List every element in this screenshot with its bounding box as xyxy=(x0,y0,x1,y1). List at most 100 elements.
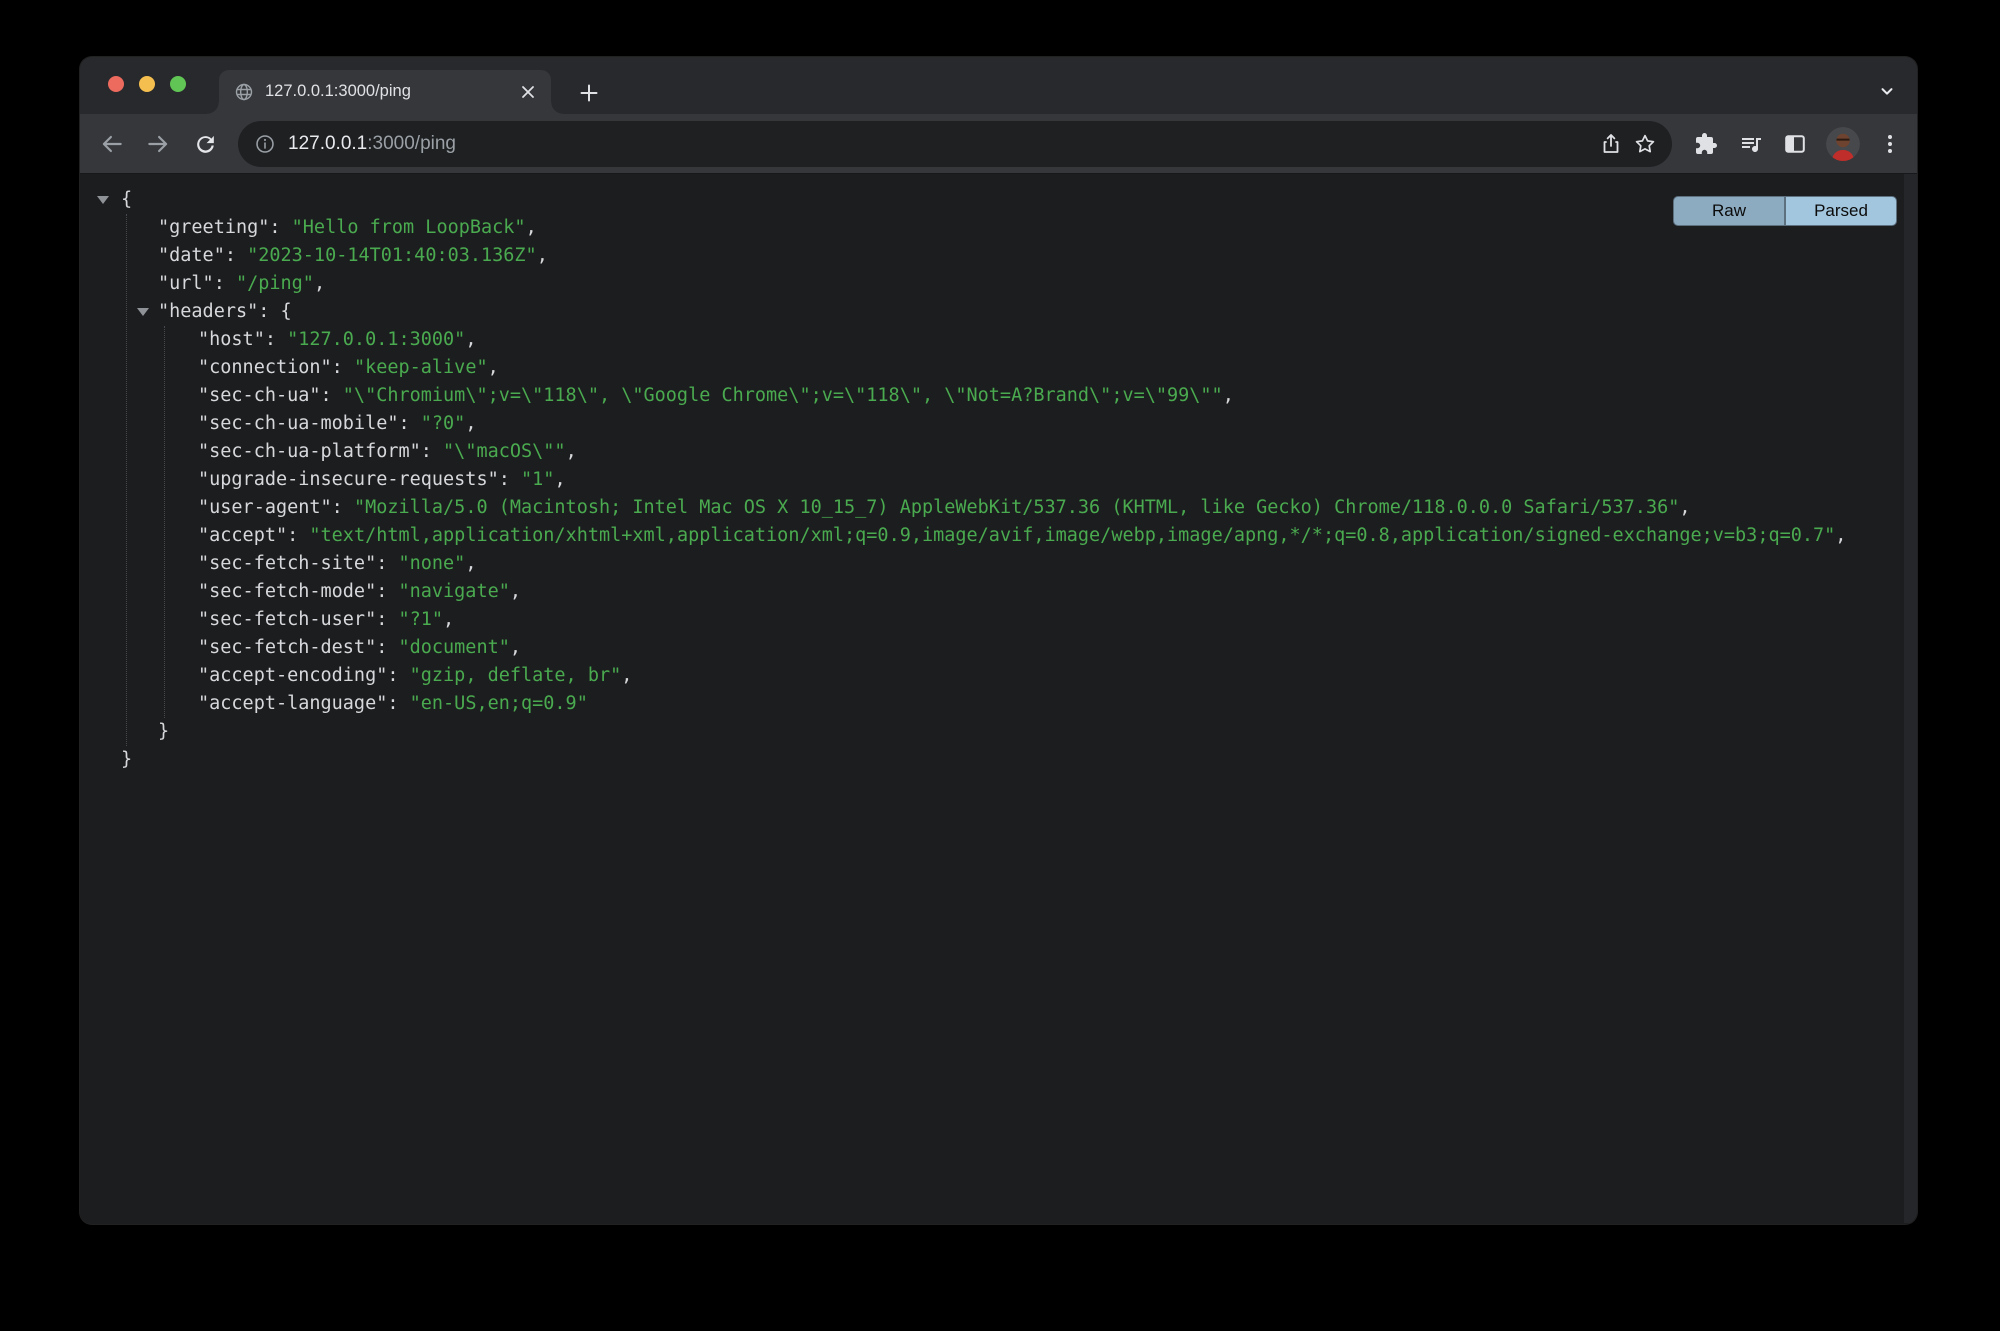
json-key: "upgrade-insecure-requests": xyxy=(198,469,521,490)
tab-title: 127.0.0.1:3000/ping xyxy=(265,82,515,101)
browser-window: 127.0.0.1:3000/ping xyxy=(80,57,1917,1224)
extensions-button[interactable] xyxy=(1688,126,1724,162)
json-line: "connection": "keep-alive", xyxy=(80,354,1903,382)
json-comma: , xyxy=(526,217,537,238)
json-string-value: "1" xyxy=(521,469,554,490)
json-key: "user-agent": xyxy=(198,497,354,518)
parsed-button[interactable]: Parsed xyxy=(1785,196,1897,226)
profile-avatar[interactable] xyxy=(1826,127,1860,161)
close-window-button[interactable] xyxy=(108,76,124,92)
json-line: "sec-fetch-site": "none", xyxy=(80,550,1903,578)
json-string-value: "text/html,application/xhtml+xml,applica… xyxy=(309,525,1835,546)
site-info-icon[interactable] xyxy=(254,133,276,155)
json-line: "host": "127.0.0.1:3000", xyxy=(80,326,1903,354)
json-comma: , xyxy=(488,357,499,378)
json-line: "sec-fetch-dest": "document", xyxy=(80,634,1903,662)
share-icon xyxy=(1599,132,1623,156)
tab[interactable]: 127.0.0.1:3000/ping xyxy=(219,70,551,114)
page-content: Raw Parsed {"greeting": "Hello from Loop… xyxy=(80,174,1917,1223)
json-string-value: "Mozilla/5.0 (Macintosh; Intel Mac OS X … xyxy=(354,497,1679,518)
bookmark-button[interactable] xyxy=(1628,127,1662,161)
zoom-window-button[interactable] xyxy=(170,76,186,92)
json-key: "accept": xyxy=(198,525,309,546)
json-line: "date": "2023-10-14T01:40:03.136Z", xyxy=(80,242,1903,270)
side-panel-button[interactable] xyxy=(1777,126,1813,162)
forward-button[interactable] xyxy=(140,126,176,162)
browser-menu-button[interactable] xyxy=(1872,126,1908,162)
tab-strip: 127.0.0.1:3000/ping xyxy=(80,57,1917,114)
json-comma: , xyxy=(1223,385,1234,406)
json-key: "sec-ch-ua-mobile": xyxy=(198,413,421,434)
json-string-value: "en-US,en;q=0.9" xyxy=(410,693,588,714)
json-string-value: "?1" xyxy=(398,609,443,630)
json-comma: , xyxy=(566,441,577,462)
json-key: "sec-fetch-dest": xyxy=(198,637,398,658)
plus-icon xyxy=(579,83,599,103)
json-string-value: "gzip, deflate, br" xyxy=(410,665,622,686)
collapse-toggle-icon[interactable] xyxy=(137,308,149,316)
raw-button[interactable]: Raw xyxy=(1673,196,1785,226)
new-tab-button[interactable] xyxy=(575,79,603,107)
json-key: "connection": xyxy=(198,357,354,378)
extensions-puzzle-icon xyxy=(1694,132,1718,156)
json-key: "host": xyxy=(198,329,287,350)
json-comma: , xyxy=(510,637,521,658)
json-key: "accept-language": xyxy=(198,693,410,714)
media-playlist-icon xyxy=(1739,132,1763,156)
close-icon xyxy=(521,85,535,99)
chevron-down-icon xyxy=(1878,82,1896,100)
json-line: "sec-fetch-user": "?1", xyxy=(80,606,1903,634)
json-view-toggle: Raw Parsed xyxy=(1673,196,1897,226)
json-key: "url": xyxy=(158,273,236,294)
url-path: :3000/ping xyxy=(367,133,456,154)
json-line: "accept": "text/html,application/xhtml+x… xyxy=(80,522,1903,550)
json-key: "sec-fetch-site": xyxy=(198,553,398,574)
json-line: "headers": { xyxy=(80,298,1903,326)
json-comma: , xyxy=(465,413,476,434)
forward-arrow-icon xyxy=(145,131,171,157)
scrollbar-track[interactable] xyxy=(1904,174,1917,1223)
back-button[interactable] xyxy=(94,126,130,162)
json-key: "sec-ch-ua-platform": xyxy=(198,441,443,462)
json-key: "accept-encoding": xyxy=(198,665,410,686)
reload-button[interactable] xyxy=(187,126,223,162)
search-tabs-button[interactable] xyxy=(1873,77,1901,105)
json-key: } xyxy=(121,749,132,770)
tab-close-button[interactable] xyxy=(517,81,539,103)
json-string-value: "\"macOS\"" xyxy=(443,441,566,462)
json-comma: , xyxy=(1835,525,1846,546)
toolbar: 127.0.0.1:3000/ping xyxy=(80,114,1917,174)
json-string-value: "127.0.0.1:3000" xyxy=(287,329,465,350)
json-string-value: "Hello from LoopBack" xyxy=(292,217,526,238)
json-key: "sec-fetch-user": xyxy=(198,609,398,630)
collapse-toggle-icon[interactable] xyxy=(97,196,109,204)
side-panel-icon xyxy=(1783,132,1807,156)
json-key: "headers": { xyxy=(158,301,292,322)
three-dot-menu-icon xyxy=(1878,132,1902,156)
minimize-window-button[interactable] xyxy=(139,76,155,92)
json-line: "sec-fetch-mode": "navigate", xyxy=(80,578,1903,606)
url-host: 127.0.0.1 xyxy=(288,133,367,154)
json-comma: , xyxy=(554,469,565,490)
address-bar[interactable]: 127.0.0.1:3000/ping xyxy=(238,121,1672,167)
json-comma: , xyxy=(465,329,476,350)
media-controls-button[interactable] xyxy=(1733,126,1769,162)
json-key: "date": xyxy=(158,245,247,266)
avatar-photo xyxy=(1826,127,1860,161)
json-line: "url": "/ping", xyxy=(80,270,1903,298)
json-key: } xyxy=(158,721,169,742)
json-line: "sec-ch-ua-mobile": "?0", xyxy=(80,410,1903,438)
json-string-value: "document" xyxy=(398,637,509,658)
json-comma: , xyxy=(465,553,476,574)
json-string-value: "2023-10-14T01:40:03.136Z" xyxy=(247,245,537,266)
json-line: "accept-language": "en-US,en;q=0.9" xyxy=(80,690,1903,718)
back-arrow-icon xyxy=(99,131,125,157)
window-controls xyxy=(108,76,186,92)
globe-favicon-icon xyxy=(234,82,254,102)
share-button[interactable] xyxy=(1594,127,1628,161)
json-line: } xyxy=(80,718,1903,746)
json-comma: , xyxy=(443,609,454,630)
star-icon xyxy=(1633,132,1657,156)
json-key: "greeting": xyxy=(158,217,292,238)
json-key: "sec-ch-ua": xyxy=(198,385,343,406)
